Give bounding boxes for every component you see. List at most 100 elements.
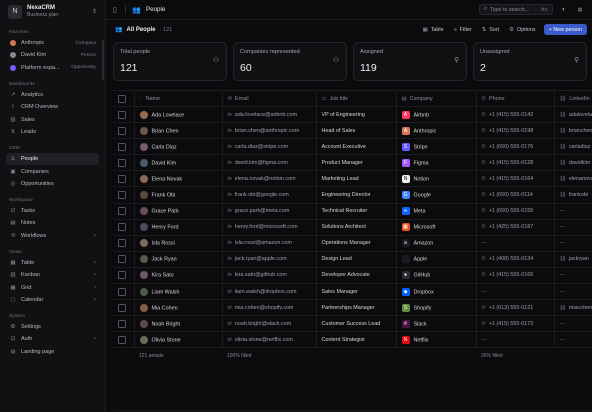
cell-email[interactable]: ✉ carla.diaz@stripe.com [222, 138, 317, 156]
sort-button[interactable]: ⇅ Sort [482, 27, 499, 33]
column-header-company[interactable]: ▤ Company [396, 91, 477, 107]
row-checkbox[interactable] [113, 170, 135, 188]
cell-job-title[interactable]: Account Executive [316, 138, 397, 156]
cell-email[interactable]: ✉ brian.chen@anthropic.com [222, 122, 317, 140]
table-row[interactable]: Liam Walsh ✉ liam.walsh@dropbox.com Sales M… [113, 283, 592, 301]
sidebar-item-sales[interactable]: ▥ Sales [6, 113, 99, 125]
column-header-email[interactable]: ✉ Email [222, 91, 317, 107]
table-row[interactable]: Mia Cohen ✉ mia.cohen@shopify.com Partnersh… [113, 299, 592, 317]
settings-icon[interactable]: ✲ [575, 5, 585, 15]
sidebar-item-platform-expa[interactable]: Platform expa... Opportunity [6, 62, 99, 74]
row-checkbox[interactable] [113, 219, 135, 236]
cell-email[interactable]: ✉ frank.obi@google.com [222, 186, 317, 204]
sidebar-item-workflows[interactable]: ⟲ Workflows › [6, 230, 99, 242]
table-row[interactable]: Isla Rossi ✉ isla.rossi@amazon.com Operatio… [113, 235, 592, 252]
row-checkbox[interactable] [113, 186, 135, 204]
cell-job-title[interactable]: VP of Engineering [316, 106, 397, 124]
cell-name[interactable]: Frank Obi [134, 186, 223, 204]
filter-button[interactable]: ≡ Filter [454, 27, 472, 33]
cell-name[interactable]: Elena Novak [134, 170, 223, 188]
cell-name[interactable]: Jack Ryan [134, 251, 223, 268]
cell-job-title[interactable]: Customer Success Lead [316, 315, 397, 333]
cell-name[interactable]: Mia Cohen [134, 299, 223, 317]
cell-company[interactable]: A Anthropic [396, 122, 477, 140]
cell-phone[interactable]: — [476, 331, 555, 349]
new-person-button[interactable]: + New person [543, 24, 587, 35]
cell-job-title[interactable]: Engineering Director [316, 186, 397, 204]
row-checkbox[interactable] [113, 315, 135, 333]
sidebar-toggle-icon[interactable]: ▯ [113, 6, 123, 14]
cell-phone[interactable]: ✆ +1 (425) 555-0187 [476, 219, 555, 236]
cell-email[interactable]: ✉ henry.ford@microsoft.com [222, 219, 317, 236]
column-header-phone[interactable]: ✆ Phone [476, 91, 555, 107]
cell-phone[interactable]: ✆ +1 (415) 555-0173 [476, 315, 555, 333]
cell-linkedin[interactable]: — [554, 283, 592, 301]
cell-phone[interactable]: ✆ +1 (650) 555-0114 [476, 186, 555, 204]
cell-email[interactable]: ✉ ada.lovelace@airbnb.com [222, 106, 317, 124]
cell-name[interactable]: Olivia Stone [134, 331, 223, 349]
table-row[interactable]: Grace Park ✉ grace.park@meta.com Technical … [113, 203, 592, 220]
row-checkbox[interactable] [113, 299, 135, 317]
cell-job-title[interactable]: Developer Advocate [316, 267, 397, 285]
cell-company[interactable]: a Amazon [396, 235, 477, 252]
cell-linkedin[interactable]: — [554, 315, 592, 333]
table-row[interactable]: David Kim ✉ david.kim@figma.com Product Man… [113, 154, 592, 172]
cell-linkedin[interactable]: — [554, 219, 592, 236]
cell-company[interactable]: ◆ Dropbox [396, 283, 477, 301]
sidebar-scrollbar[interactable] [102, 40, 104, 80]
cell-linkedin[interactable]: ⛓elenanovak [554, 170, 592, 188]
sidebar-item-grid[interactable]: ▦ Grid › [6, 281, 99, 293]
sidebar-item-leads[interactable]: ↯ Leads [6, 126, 99, 138]
sidebar-item-landing-page[interactable]: ◍ Landing page [6, 346, 99, 358]
cell-email[interactable]: ✉ elena.novak@notion.com [222, 170, 317, 188]
table-row[interactable]: Ada Lovelace ✉ ada.lovelace@airbnb.com VP o… [113, 106, 592, 124]
cell-phone[interactable]: ✆ +1 (415) 555-0166 [476, 267, 555, 285]
sidebar-item-tasks[interactable]: ☑ Tasks [6, 205, 99, 217]
options-button[interactable]: ⚙ Options [509, 27, 535, 33]
theme-icon[interactable]: ◐ [559, 5, 569, 15]
cell-linkedin[interactable]: — [554, 203, 592, 220]
table-row[interactable]: Carla Diaz ✉ carla.diaz@stripe.com Account … [113, 138, 592, 156]
table-row[interactable]: Henry Ford ✉ henry.ford@microsoft.com Solut… [113, 219, 592, 236]
sidebar-item-calendar[interactable]: ▢ Calendar › [6, 294, 99, 306]
cell-phone[interactable]: ✆ +1 (650) 555-0176 [476, 138, 555, 156]
row-checkbox[interactable] [113, 331, 135, 349]
table-row[interactable]: Frank Obi ✉ frank.obi@google.com Engineerin… [113, 186, 592, 204]
cell-email[interactable]: ✉ olivia.stone@netflix.com [222, 331, 317, 349]
cell-company[interactable]: S Stripe [396, 138, 477, 156]
view-title[interactable]: All People [126, 27, 155, 33]
table-row[interactable]: Olivia Stone ✉ olivia.stone@netflix.com Con… [113, 331, 592, 349]
row-checkbox[interactable] [113, 203, 135, 220]
row-checkbox[interactable] [113, 267, 135, 285]
cell-linkedin[interactable]: — [554, 235, 592, 252]
sidebar-item-opportunities[interactable]: ◎ Opportunities [6, 178, 99, 190]
row-checkbox[interactable] [113, 138, 135, 156]
cell-email[interactable]: ✉ isla.rossi@amazon.com [222, 235, 317, 252]
cell-company[interactable]: S Shopify [396, 299, 477, 317]
table-row[interactable]: Elena Novak ✉ elena.novak@notion.com Market… [113, 170, 592, 188]
column-header-name[interactable]: ◌ Name [134, 91, 223, 107]
cell-name[interactable]: Ada Lovelace [134, 106, 223, 124]
cell-linkedin[interactable]: ⛓ carladiaz [554, 138, 592, 156]
cell-job-title[interactable]: Partnerships Manager [316, 299, 397, 317]
row-checkbox[interactable] [113, 122, 135, 140]
cell-job-title[interactable]: Design Lead [316, 251, 397, 268]
cell-email[interactable]: ✉ grace.park@meta.com [222, 203, 317, 220]
search-input[interactable]: ⌕ Type to search... ⌘K [479, 4, 553, 15]
column-header-linkedin[interactable]: ⛓ LinkedIn [554, 91, 592, 107]
cell-job-title[interactable]: Technical Recruiter [316, 203, 397, 220]
cell-name[interactable]: Henry Ford [134, 219, 223, 236]
sidebar-item-anthropic[interactable]: Anthropic Company [6, 37, 99, 49]
cell-linkedin[interactable]: ⛓ davidkim [554, 154, 592, 172]
cell-email[interactable]: ✉ jack.ryan@apple.com [222, 251, 317, 268]
cell-name[interactable]: David Kim [134, 154, 223, 172]
cell-phone[interactable]: ✆ +1 (650) 555-0155 [476, 203, 555, 220]
table-row[interactable]: Kira Sato ✉ kira.sato@github.com Developer … [113, 267, 592, 285]
sidebar-item-notes[interactable]: ▤ Notes [6, 217, 99, 229]
cell-linkedin[interactable]: ⛓ miacohen [554, 299, 592, 317]
cell-linkedin[interactable]: — [554, 267, 592, 285]
cell-name[interactable]: Noah Bright [134, 315, 223, 333]
sidebar-item-kanban[interactable]: ▥ Kanban › [6, 269, 99, 281]
row-checkbox[interactable] [113, 235, 135, 252]
sidebar-item-david-kim[interactable]: David Kim Person [6, 49, 99, 61]
